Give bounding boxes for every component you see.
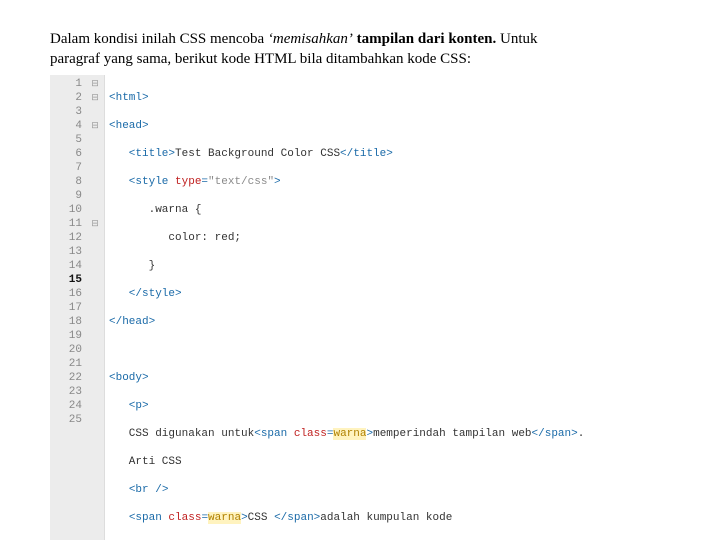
code-line: } [109,259,584,273]
line-number: 9 [60,189,82,203]
line-number: 8 [60,175,82,189]
line-number: 17 [60,301,82,315]
line-number: 10 [60,203,82,217]
page: Dalam kondisi inilah CSS mencoba ‘memisa… [0,0,720,540]
intro-t1b: ‘memisahkan’ [268,31,353,47]
code-line: </style> [109,287,584,301]
code-line: <head> [109,119,584,133]
line-number: 25 [60,413,82,427]
code-line: <style type="text/css"> [109,175,584,189]
line-number: 21 [60,357,82,371]
line-number: 4 [60,119,82,133]
code-line: <html> [109,91,584,105]
code-line: <body> [109,371,584,385]
code-line: <title>Test Background Color CSS</title> [109,147,584,161]
line-number: 22 [60,371,82,385]
line-number: 7 [60,161,82,175]
fold-gutter: ⊟ ⊟ ⊟ ⊟ [86,75,105,540]
intro-t1c: tampilan dari konten. [353,31,500,47]
code-line: Arti CSS [109,455,584,469]
intro-paragraph: Dalam kondisi inilah CSS mencoba ‘memisa… [50,30,670,69]
code-line: <span class=warna>CSS </span>adalah kump… [109,511,584,525]
line-number-gutter: 1 2 3 4 5 6 7 8 9 10 11 12 13 14 15 16 1… [50,75,86,540]
line-number: 16 [60,287,82,301]
code-line [109,343,584,357]
line-number: 11 [60,217,82,231]
code-line: </head> [109,315,584,329]
line-number: 19 [60,329,82,343]
code-line: CSS digunakan untuk<span class=warna>mem… [109,427,584,441]
line-number: 1 [60,77,82,91]
line-number: 20 [60,343,82,357]
line-number: 3 [60,105,82,119]
line-number: 23 [60,385,82,399]
fold-toggle-icon[interactable]: ⊟ [88,91,102,105]
code-line: <br /> [109,483,584,497]
line-number: 24 [60,399,82,413]
line-number: 14 [60,259,82,273]
line-number: 6 [60,147,82,161]
code-area[interactable]: <html> <head> <title>Test Background Col… [105,75,584,540]
line-number: 18 [60,315,82,329]
code-line: color: red; [109,231,584,245]
line-number: 13 [60,245,82,259]
line-number: 12 [60,231,82,245]
line-number: 2 [60,91,82,105]
intro-t1a: Dalam kondisi inilah CSS mencoba [50,31,268,47]
code-line: <p> [109,399,584,413]
fold-toggle-icon[interactable]: ⊟ [88,77,102,91]
fold-toggle-icon[interactable]: ⊟ [88,119,102,133]
line-number-current: 15 [60,273,82,287]
line-number: 5 [60,133,82,147]
intro-t1d: Untuk [500,31,538,47]
code-line: .warna { [109,203,584,217]
code-editor: 1 2 3 4 5 6 7 8 9 10 11 12 13 14 15 16 1… [50,75,670,540]
intro-t2: paragraf yang sama, berikut kode HTML bi… [50,51,471,67]
fold-toggle-icon[interactable]: ⊟ [88,217,102,231]
